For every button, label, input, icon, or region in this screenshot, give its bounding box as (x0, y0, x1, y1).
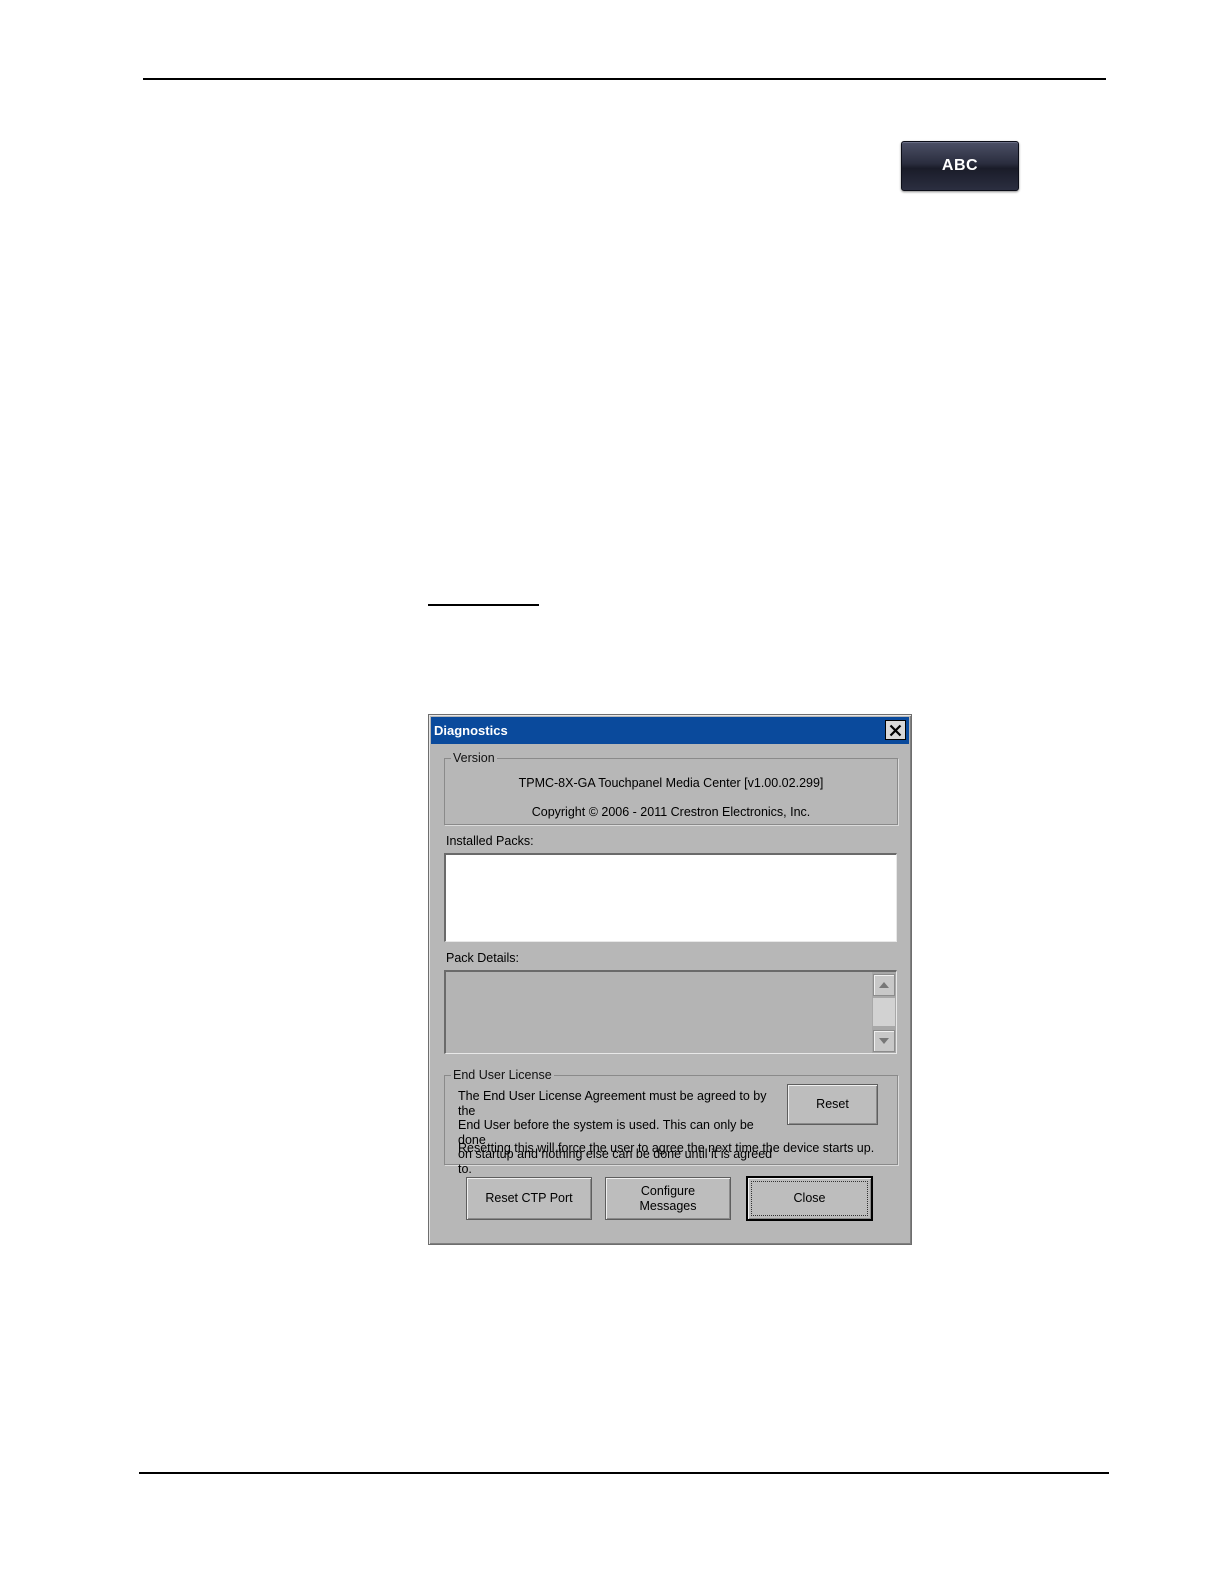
version-group: Version TPMC-8X-GA Touchpanel Media Cent… (444, 751, 898, 825)
header-rule (143, 78, 1106, 80)
configure-messages-button[interactable]: Configure Messages (605, 1177, 731, 1220)
installed-packs-label: Installed Packs: (446, 834, 534, 848)
scroll-down-icon[interactable] (873, 1030, 895, 1052)
footer-rule (139, 1472, 1109, 1474)
eula-description: The End User License Agreement must be a… (458, 1089, 778, 1176)
close-button[interactable]: Close (746, 1176, 873, 1221)
pack-details-box[interactable] (444, 970, 897, 1054)
close-icon[interactable] (885, 720, 906, 740)
reset-ctp-port-button[interactable]: Reset CTP Port (466, 1177, 592, 1220)
product-version: TPMC-8X-GA Touchpanel Media Center [v1.0… (518, 776, 824, 790)
dialog-titlebar: Diagnostics (431, 717, 909, 744)
pack-details-label: Pack Details: (446, 951, 519, 965)
eula-group: End User License The End User License Ag… (444, 1068, 898, 1176)
eula-line-1: The End User License Agreement must be a… (458, 1089, 767, 1118)
abc-button[interactable]: ABC (901, 141, 1019, 191)
diagnostics-dialog: Diagnostics Version TPMC-8X-GA Touchpane… (428, 714, 912, 1245)
pack-details-scrollbar[interactable] (872, 972, 896, 1053)
configure-messages-line-1: Configure (640, 1183, 696, 1198)
scroll-thumb[interactable] (873, 998, 895, 1026)
copyright-text: Copyright © 2006 - 2011 Crestron Electro… (531, 805, 811, 819)
scroll-up-icon[interactable] (873, 974, 895, 996)
eula-legend: End User License (453, 1068, 552, 1082)
heading-underline (428, 604, 539, 606)
eula-reset-button[interactable]: Reset (787, 1084, 878, 1125)
focus-rectangle (751, 1181, 868, 1216)
version-legend: Version (453, 751, 495, 765)
configure-messages-line-2: Messages (639, 1198, 697, 1213)
installed-packs-list[interactable] (444, 853, 897, 942)
eula-line-4: Resetting this will force the user to ag… (458, 1141, 875, 1155)
dialog-title: Diagnostics (434, 723, 508, 738)
